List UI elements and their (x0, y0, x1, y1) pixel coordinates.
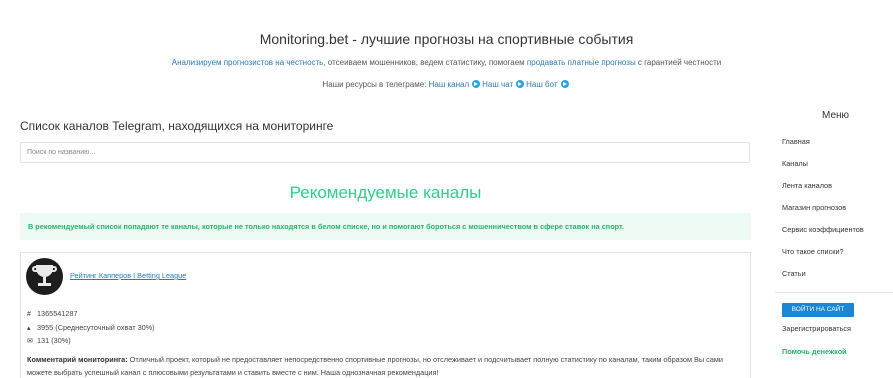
stat-reach: 3955 (Среднесуточный охват 30%) (37, 322, 155, 332)
stat-posts: 131 (30%) (37, 336, 71, 345)
sidebar-item-articles[interactable]: Статьи (782, 269, 864, 291)
sidebar-divider (775, 292, 893, 293)
site-title: Monitoring.bet - лучшие прогнозы на спор… (259, 31, 634, 47)
channel-name-link[interactable]: Рейтинг Капперов I Betting League (70, 271, 186, 280)
sidebar-item-feed[interactable]: Лента каналов (782, 181, 864, 203)
sell-forecasts-link[interactable]: продавать платные прогнозы (527, 58, 636, 67)
stat-id-row: #1365541287 (27, 308, 155, 322)
sidebar-item-home[interactable]: Главная (782, 137, 864, 159)
stat-reach-row: ▴ 3955 (Среднесуточный охват 30%) (27, 322, 155, 336)
sidebar-item-odds-service[interactable]: Сервис коэффициентов (782, 225, 864, 247)
comment-label: Комментарий мониторинга: (27, 355, 128, 364)
channel-link[interactable]: Наш канал (429, 80, 470, 89)
channel-card: Рейтинг Капперов I Betting League #13655… (20, 252, 751, 378)
recommended-heading: Рекомендуемые каналы (289, 183, 482, 202)
search-input[interactable] (20, 142, 750, 163)
register-link[interactable]: Зарегистрироваться (782, 324, 851, 333)
envelope-icon: ✉ (27, 338, 33, 345)
telegram-icon (472, 80, 481, 88)
comment-text: Отличный проект, который не предоставляе… (27, 355, 723, 377)
subtitle-text-1: , отсеиваем мошенников, ведем статистику… (323, 58, 527, 67)
stat-id: 1365541287 (37, 309, 78, 318)
sidebar-menu: Главная Каналы Лента каналов Магазин про… (782, 137, 864, 291)
stat-posts-row: ✉ 131 (30%) (27, 335, 155, 349)
resources-label: Наши ресурсы в телеграме: (322, 80, 427, 89)
page-title: Список каналов Telegram, находящихся на … (20, 119, 334, 133)
trophy-icon[interactable] (26, 258, 63, 295)
sidebar-item-channels[interactable]: Каналы (782, 159, 864, 181)
channel-stats: #1365541287 ▴ 3955 (Среднесуточный охват … (27, 308, 155, 349)
telegram-icon (516, 80, 525, 88)
sidebar-item-shop[interactable]: Магазин прогнозов (782, 203, 864, 225)
subtitle-text-2: с гарантией честности (635, 58, 722, 67)
site-subtitle: Анализируем прогнозистов на честность, о… (0, 58, 893, 67)
sidebar-title: Меню (822, 110, 850, 121)
bot-link[interactable]: Наш бот (526, 80, 557, 89)
telegram-icon (560, 80, 569, 88)
recommended-info-alert: В рекомендуемый список попадают те канал… (20, 213, 751, 240)
sidebar-item-lists-info[interactable]: Что такое списки? (782, 247, 864, 269)
donate-link[interactable]: Помочь денежкой (782, 347, 847, 356)
hash-icon: # (27, 311, 31, 318)
monitoring-comment: Комментарий мониторинга: Отличный проект… (27, 353, 742, 378)
telegram-resources: Наши ресурсы в телеграме: Наш канал Наш ч… (0, 80, 893, 89)
login-button[interactable]: ВОЙТИ НА САЙТ (782, 303, 854, 317)
chat-link[interactable]: Наш чат (482, 80, 513, 89)
honesty-link[interactable]: Анализируем прогнозистов на честность (172, 58, 324, 67)
eye-icon: ▴ (27, 324, 31, 332)
